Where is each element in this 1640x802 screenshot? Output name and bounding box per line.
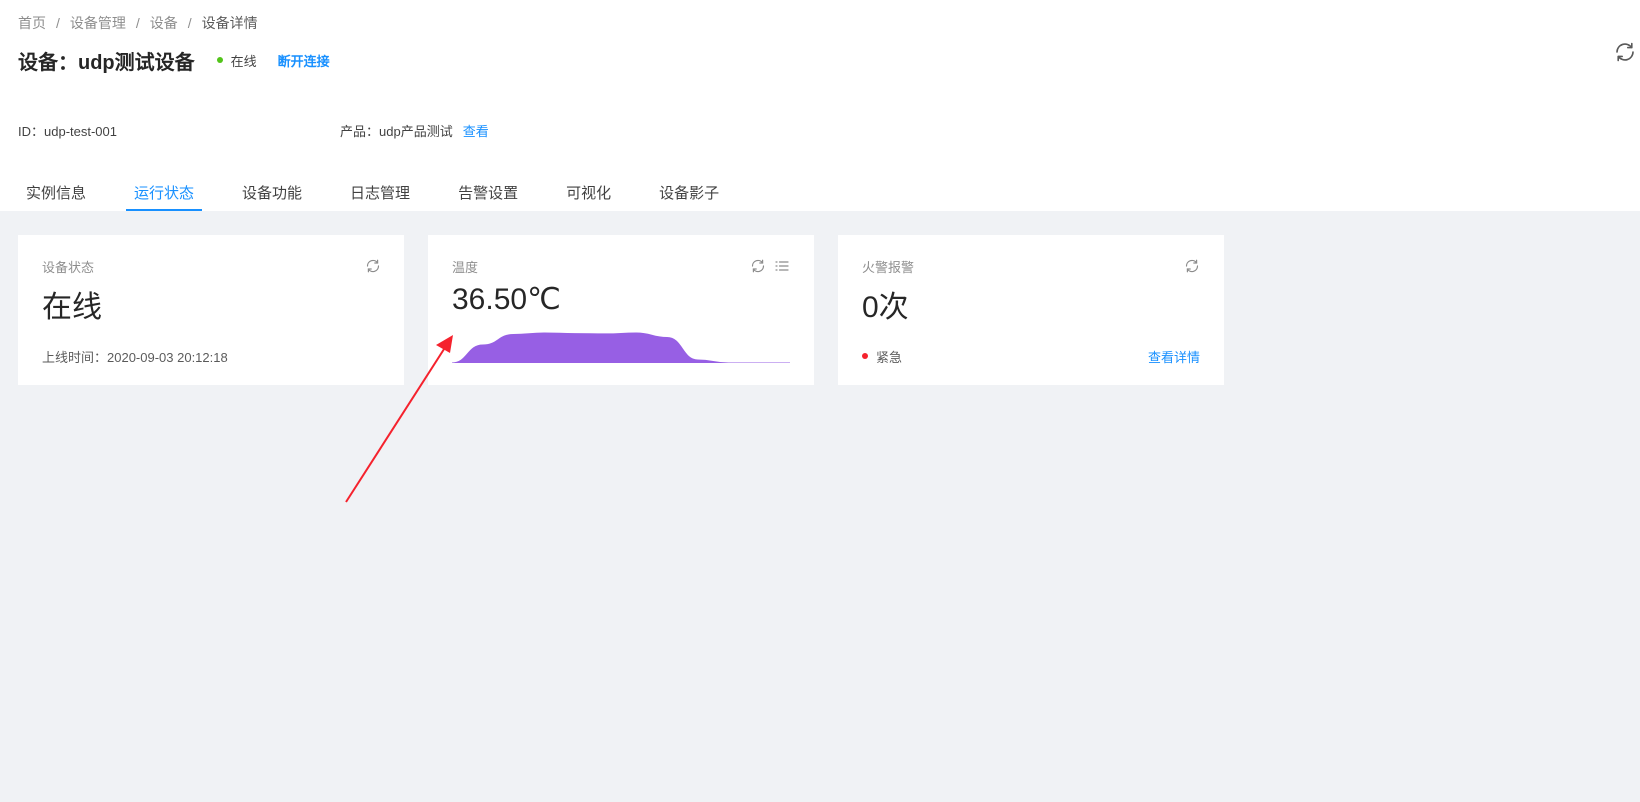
device-status-value: 在线 [42, 291, 102, 324]
device-status-card: 设备状态 在线 上线时间：2020-09-03 20:12:18 [18, 235, 404, 385]
temperature-sparkline [452, 332, 790, 363]
tab-log-management[interactable]: 日志管理 [342, 172, 418, 211]
breadcrumb: 首页 / 设备管理 / 设备 / 设备详情 [18, 13, 258, 33]
breadcrumb-device-management[interactable]: 设备管理 [70, 13, 126, 33]
card-label: 温度 [452, 260, 479, 275]
breadcrumb-home[interactable]: 首页 [18, 13, 46, 33]
title-row: 设备：udp测试设备 在线 断开连接 [18, 44, 330, 76]
tab-running-status[interactable]: 运行状态 [126, 172, 203, 211]
temperature-card: 温度 36.50℃ [428, 235, 814, 385]
device-id: ID：udp-test-001 [18, 124, 117, 139]
online-time: 上线时间：2020-09-03 20:12:18 [42, 350, 228, 365]
view-product-link[interactable]: 查看 [463, 121, 489, 140]
tab-alarm-settings[interactable]: 告警设置 [450, 172, 526, 211]
view-details-link[interactable]: 查看详情 [1148, 347, 1200, 366]
tab-device-functions[interactable]: 设备功能 [234, 172, 310, 211]
device-status-text: 在线 [230, 53, 257, 69]
device-product: 产品：udp产品测试 查看 [340, 121, 489, 140]
online-status-dot [216, 57, 223, 63]
page-title: 设备：udp测试设备 [18, 51, 195, 74]
tab-instance-info[interactable]: 实例信息 [18, 172, 94, 211]
tab-bar: 实例信息 运行状态 设备功能 日志管理 告警设置 可视化 设备影子 [18, 172, 759, 211]
card-label: 设备状态 [42, 260, 95, 275]
disconnect-button[interactable]: 断开连接 [278, 51, 330, 70]
tab-visualization[interactable]: 可视化 [558, 172, 619, 211]
product-name: 产品：udp产品测试 [340, 124, 453, 139]
breadcrumb-device-detail: 设备详情 [201, 15, 258, 31]
breadcrumb-device[interactable]: 设备 [150, 13, 178, 33]
page-header: 首页 / 设备管理 / 设备 / 设备详情 设备：udp测试设备 在线 断开连接… [0, 0, 1640, 211]
card-label: 火警报警 [862, 260, 915, 275]
fire-alarm-count: 0次 [862, 291, 909, 324]
list-icon[interactable] [774, 258, 790, 274]
breadcrumb-separator: / [56, 15, 60, 31]
fire-alarm-card: 火警报警 0次 紧急 查看详情 [838, 235, 1224, 385]
refresh-icon[interactable] [365, 258, 381, 274]
breadcrumb-separator: / [187, 15, 192, 31]
tab-device-shadow[interactable]: 设备影子 [651, 172, 727, 211]
temperature-value: 36.50℃ [452, 283, 561, 316]
breadcrumb-separator: / [135, 15, 140, 31]
refresh-icon[interactable] [1184, 258, 1200, 274]
alarm-level-text: 紧急 [876, 350, 903, 365]
refresh-icon[interactable] [750, 258, 766, 274]
alarm-level-dot [862, 353, 868, 359]
page-refresh-icon[interactable] [1613, 40, 1637, 64]
